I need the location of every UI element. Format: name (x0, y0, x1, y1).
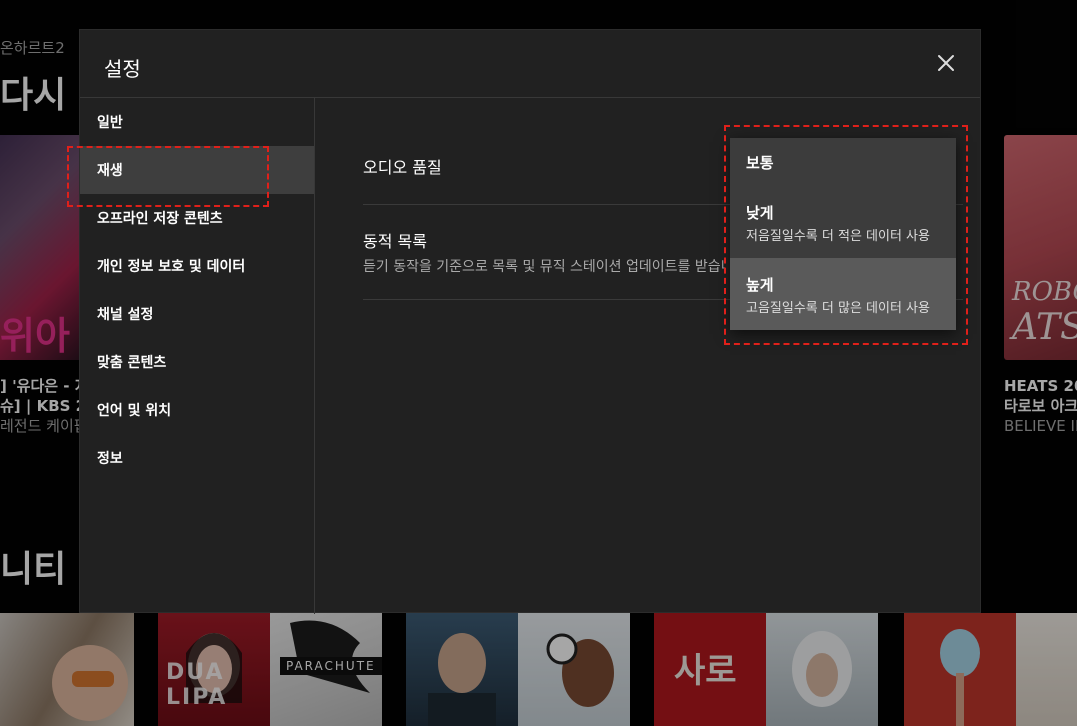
dialog-title: 설정 (104, 57, 141, 81)
album-thumbnail[interactable]: 사로 (654, 613, 766, 726)
audio-quality-dropdown: 보통 낮게 저음질일수록 더 적은 데이터 사용 높게 고음질일수록 더 많은 … (730, 138, 956, 330)
sidebar-item-label: 일반 (97, 115, 123, 131)
sidebar-item-recommendations[interactable]: 맞춤 콘텐츠 (80, 338, 314, 386)
thumbnail-row: DUA LIPA PARACHUTE 사로 (0, 613, 1077, 726)
sidebar-item-label: 언어 및 위치 (97, 403, 172, 419)
album-thumbnail[interactable] (406, 613, 518, 726)
sidebar-item-label: 정보 (97, 451, 123, 467)
album-thumbnail-right[interactable]: ROBO ATS (1004, 135, 1077, 360)
settings-sidebar: 일반 재생 오프라인 저장 콘텐츠 개인 정보 보호 및 데이터 채널 설정 맞… (80, 98, 315, 614)
quality-option-low[interactable]: 낮게 저음질일수록 더 적은 데이터 사용 (730, 185, 956, 258)
shelf-subtitle: 온하르트2 (0, 39, 65, 57)
video-channel[interactable]: 레전드 케이팝 (0, 416, 80, 436)
sidebar-item-general[interactable]: 일반 (80, 98, 314, 146)
album-art-text: ROBO (1012, 277, 1077, 307)
sidebar-item-label: 채널 설정 (97, 307, 154, 323)
dynamic-list-label: 동적 목록 (363, 232, 427, 251)
option-description: 고음질일수록 더 많은 데이터 사용 (746, 301, 930, 316)
album-thumbnail[interactable] (0, 613, 134, 726)
thumbnail-art-text: 위아 (0, 314, 70, 358)
option-description: 저음질일수록 더 적은 데이터 사용 (746, 229, 930, 244)
album-thumbnail[interactable]: DUA LIPA (158, 613, 270, 726)
sidebar-item-downloads[interactable]: 오프라인 저장 콘텐츠 (80, 194, 314, 242)
close-icon (938, 55, 954, 71)
sidebar-item-about[interactable]: 정보 (80, 434, 314, 482)
album-thumbnail[interactable] (1016, 613, 1077, 726)
album-art-text: ATS (1012, 307, 1077, 348)
option-label: 높게 (746, 276, 774, 294)
portrait-art (428, 633, 496, 726)
sidebar-item-playback[interactable]: 재생 (80, 146, 314, 194)
album-thumbnail[interactable] (518, 613, 630, 726)
sidebar-item-label: 오프라인 저장 콘텐츠 (97, 211, 223, 227)
dynamic-list-description: 듣기 동작을 기준으로 목록 및 뮤직 스테이션 업데이트를 받습니다 (363, 259, 725, 275)
album-artist[interactable]: BELIEVE IN (1004, 416, 1077, 436)
close-button[interactable] (934, 51, 958, 75)
album-title-line[interactable]: 타로보 아크 (1004, 396, 1077, 416)
quality-option-high[interactable]: 높게 고음질일수록 더 많은 데이터 사용 (730, 258, 956, 330)
album-title-line[interactable]: HEATS 2022 (1004, 376, 1077, 396)
album-art-text: DUA LIPA (166, 660, 228, 710)
sidebar-item-label: 맞춤 콘텐츠 (97, 355, 167, 371)
portrait-art (52, 645, 128, 721)
album-thumbnail[interactable]: PARACHUTE (270, 613, 382, 726)
album-card-right-text: HEATS 2022 타로보 아크 BELIEVE IN (1004, 376, 1077, 436)
sidebar-item-label: 개인 정보 보호 및 데이터 (97, 259, 246, 275)
album-thumbnail[interactable] (766, 613, 878, 726)
option-label: 낮게 (746, 204, 774, 222)
sidebar-item-language-location[interactable]: 언어 및 위치 (80, 386, 314, 434)
video-title-line[interactable]: 슈] | KBS 210 (0, 396, 80, 416)
album-thumbnail[interactable] (904, 613, 1016, 726)
dialog-header: 설정 (80, 30, 980, 98)
quality-option-normal[interactable]: 보통 (730, 138, 956, 185)
option-label: 보통 (746, 154, 774, 172)
portrait-art (792, 631, 852, 707)
sidebar-item-privacy[interactable]: 개인 정보 보호 및 데이터 (80, 242, 314, 290)
album-art-text: PARACHUTE (280, 657, 382, 675)
video-card-left-text: ] '유다은 - 지 슈] | KBS 210 레전드 케이팝 (0, 376, 80, 436)
album-art-text: 사로 (674, 651, 737, 691)
portrait-art (546, 633, 614, 707)
portrait-art (940, 629, 980, 726)
sidebar-item-label: 재생 (97, 163, 123, 179)
video-title-line[interactable]: ] '유다은 - 지 (0, 376, 80, 396)
sidebar-item-channel[interactable]: 채널 설정 (80, 290, 314, 338)
audio-quality-label: 오디오 품질 (363, 158, 442, 177)
